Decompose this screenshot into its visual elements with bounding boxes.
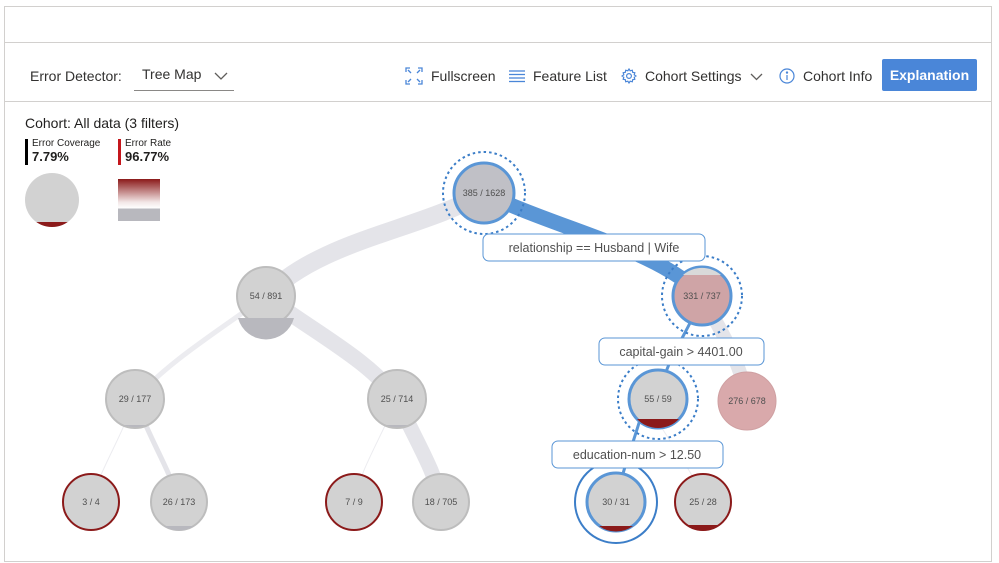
node-label: 7 / 9 [345,497,363,507]
tree-map: 385 / 1628 54 / 891 331 / 737 29 / 177 2… [25,151,777,544]
node-label: 25 / 714 [381,394,414,404]
node[interactable]: 29 / 177 [105,369,165,429]
condition-label: education-num > 12.50 [551,440,724,469]
node[interactable]: 54 / 891 [236,266,296,340]
node[interactable]: 3 / 4 [62,473,120,531]
condition-text: education-num > 12.50 [573,448,701,462]
rate-gradient [118,179,160,221]
node[interactable]: 7 / 9 [325,473,383,531]
node-label: 29 / 177 [119,394,152,404]
node-label: 3 / 4 [82,497,100,507]
node-selected[interactable]: 30 / 31 [574,460,658,544]
node[interactable]: 18 / 705 [412,473,470,531]
node-label: 30 / 31 [602,497,630,507]
node-label: 55 / 59 [644,394,672,404]
node-label: 385 / 1628 [463,188,506,198]
condition-label: capital-gain > 4401.00 [598,337,765,366]
coverage-glyph [25,173,79,227]
node-label: 331 / 737 [683,291,721,301]
node-label: 18 / 705 [425,497,458,507]
node-label: 276 / 678 [728,396,766,406]
node[interactable]: 25 / 28 [674,473,732,531]
node-label: 26 / 173 [163,497,196,507]
node[interactable]: 276 / 678 [717,371,777,431]
node-selected[interactable]: 55 / 59 [617,358,699,440]
condition-text: relationship == Husband | Wife [509,241,680,255]
node[interactable]: 25 / 714 [367,369,427,429]
node-root[interactable]: 385 / 1628 [442,151,526,235]
edge [257,184,493,305]
condition-text: capital-gain > 4401.00 [619,345,742,359]
node[interactable]: 26 / 173 [150,473,208,531]
node-label: 25 / 28 [689,497,717,507]
node-label: 54 / 891 [250,291,283,301]
condition-label: relationship == Husband | Wife [482,233,706,262]
